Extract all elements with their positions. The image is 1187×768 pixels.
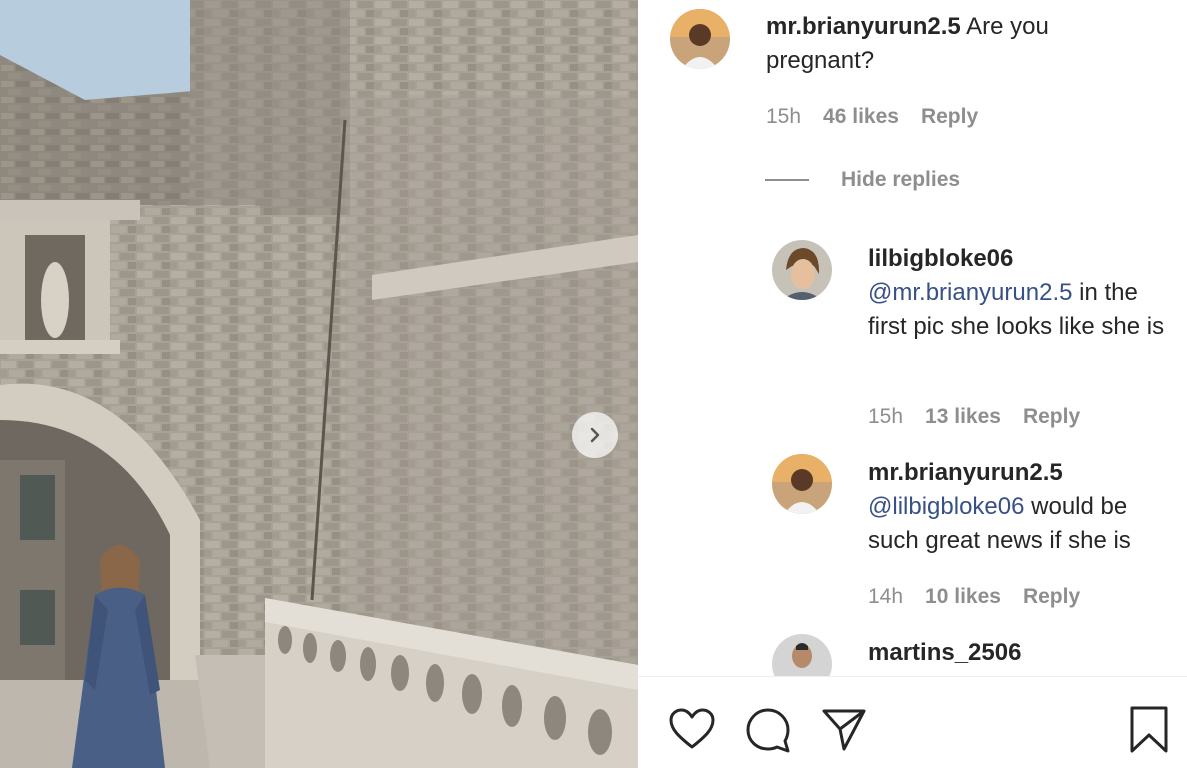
reply-text: lilbigbloke06 @mr.brianyurun2.5 in the fi… [868,242,1173,344]
avatar-image [772,240,832,300]
comment-button[interactable] [744,706,792,759]
bookmark-icon [1130,706,1168,753]
carousel-next-button[interactable] [572,412,618,458]
reply-username[interactable]: martins_2506 [868,639,1021,666]
reply-text: mr.brianyurun2.5 @lilbigbloke06 would be … [868,456,1173,558]
paper-plane-icon [822,709,866,751]
avatar[interactable] [670,9,730,69]
reply-username[interactable]: lilbigbloke06 [868,245,1013,272]
reply-button[interactable]: Reply [1023,585,1080,608]
avatar-image [670,9,730,69]
comment-time: 15h [766,105,802,128]
comment-username[interactable]: mr.brianyurun2.5 [766,13,961,40]
post-image [0,0,638,768]
avatar[interactable] [772,634,832,676]
reply-time: 15h [868,405,904,428]
reply-button[interactable]: Reply [1023,405,1080,428]
reply-mention[interactable]: @lilbigbloke06 [868,493,1024,520]
avatar-image [772,634,832,676]
post-action-bar [638,676,1187,768]
share-button[interactable] [820,707,868,758]
reply-button[interactable]: Reply [921,105,978,128]
save-button[interactable] [1128,705,1170,760]
like-button[interactable] [668,707,716,756]
divider-line [765,179,809,181]
reply-text: martins_2506 [868,636,1173,670]
comment-text: mr.brianyurun2.5 Are you pregnant? [766,10,1086,78]
reply-likes[interactable]: 13 likes [925,405,1001,428]
avatar[interactable] [772,240,832,300]
comment-meta: 15h 46 likes Reply [766,105,1000,129]
comment-likes[interactable]: 46 likes [823,105,899,128]
reply-username[interactable]: mr.brianyurun2.5 [868,459,1063,486]
reply-likes[interactable]: 10 likes [925,585,1001,608]
reply-meta: 14h 10 likes Reply [868,585,1102,609]
hide-replies-button[interactable]: Hide replies [765,168,960,192]
reply-time: 14h [868,585,904,608]
comments-list: mr.brianyurun2.5 Are you pregnant? 15h 46… [638,0,1187,676]
heart-icon [669,708,715,749]
comments-panel: mr.brianyurun2.5 Are you pregnant? 15h 46… [638,0,1187,768]
post-photo [0,0,638,768]
comment-icon [746,708,790,753]
reply-meta: 15h 13 likes Reply [868,405,1102,429]
chevron-right-icon [590,427,600,443]
avatar-image [772,454,832,514]
avatar[interactable] [772,454,832,514]
hide-replies-label: Hide replies [841,168,961,191]
reply-mention[interactable]: @mr.brianyurun2.5 [868,279,1072,306]
